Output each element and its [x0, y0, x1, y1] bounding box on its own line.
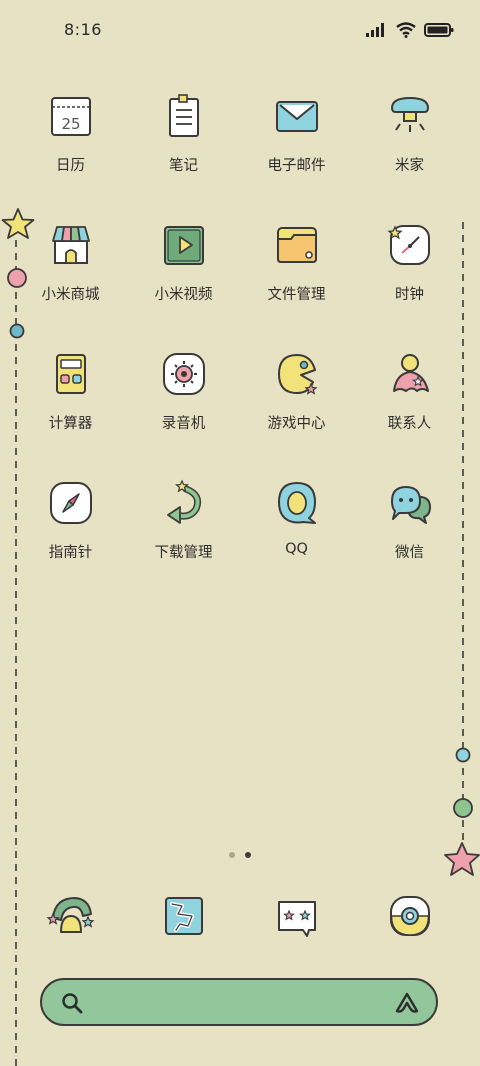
gallery-icon [158, 890, 210, 942]
calendar-icon: 25 [45, 90, 97, 142]
notes-icon [158, 90, 210, 142]
app-label: 游戏中心 [267, 416, 326, 432]
mijia-icon [384, 90, 436, 142]
game-center-icon [271, 348, 323, 400]
app-row: 计算器 录音机 游戏中心 联系人 [14, 348, 466, 477]
app-calculator[interactable]: 计算器 [14, 348, 127, 477]
app-label: 计算器 [48, 416, 93, 432]
app-compass[interactable]: 指南针 [14, 477, 127, 606]
app-label: 下载管理 [154, 545, 213, 561]
dock-app-messages[interactable] [240, 890, 353, 946]
app-wechat[interactable]: 微信 [353, 477, 466, 606]
app-mi-store[interactable]: 小米商城 [14, 219, 127, 348]
app-label: 小米视频 [154, 287, 213, 303]
page-dot-active[interactable] [245, 852, 251, 858]
app-label: 电子邮件 [267, 158, 326, 174]
compass-icon [45, 477, 97, 529]
app-clock[interactable]: 时钟 [353, 219, 466, 348]
dock-app-camera[interactable] [353, 890, 466, 946]
video-icon [158, 219, 210, 271]
app-notes[interactable]: 笔记 [127, 90, 240, 219]
app-grid: 25 日历 笔记 电子邮件 米家 小米商城 小米视频 文件管理 时钟 计算器 录… [14, 90, 466, 606]
app-label: 日历 [56, 158, 85, 174]
app-label: 联系人 [387, 416, 432, 432]
dock-app-gallery[interactable] [127, 890, 240, 946]
app-qq[interactable]: QQ [240, 477, 353, 606]
app-row: 25 日历 笔记 电子邮件 米家 [14, 90, 466, 219]
wechat-icon [384, 477, 436, 529]
app-label: 微信 [395, 545, 424, 561]
search-icon[interactable] [60, 991, 84, 1015]
app-mijia[interactable]: 米家 [353, 90, 466, 219]
app-contacts[interactable]: 联系人 [353, 348, 466, 477]
messages-icon [271, 890, 323, 942]
app-label: QQ [285, 541, 308, 557]
search-bar[interactable] [40, 978, 438, 1026]
theme-icon [45, 890, 97, 942]
svg-text:25: 25 [61, 115, 80, 133]
app-label: 笔记 [169, 158, 198, 174]
app-row: 指南针 下载管理 QQ 微信 [14, 477, 466, 606]
clock-icon [384, 219, 436, 271]
page-indicator[interactable] [0, 852, 480, 858]
app-label: 录音机 [161, 416, 206, 432]
xiaoai-assistant-icon[interactable] [394, 991, 420, 1015]
app-mi-video[interactable]: 小米视频 [127, 219, 240, 348]
recorder-icon [158, 348, 210, 400]
app-download-manager[interactable]: 下载管理 [127, 477, 240, 606]
qq-icon [271, 477, 323, 529]
app-label: 文件管理 [267, 287, 326, 303]
app-label: 米家 [395, 158, 424, 174]
app-recorder[interactable]: 录音机 [127, 348, 240, 477]
app-row: 小米商城 小米视频 文件管理 时钟 [14, 219, 466, 348]
dock [14, 890, 466, 946]
email-icon [271, 90, 323, 142]
download-icon [158, 477, 210, 529]
calculator-icon [45, 348, 97, 400]
app-label: 指南针 [48, 545, 93, 561]
folder-icon [271, 219, 323, 271]
app-email[interactable]: 电子邮件 [240, 90, 353, 219]
app-label: 小米商城 [41, 287, 100, 303]
page-dot[interactable] [229, 852, 235, 858]
app-label: 时钟 [395, 287, 424, 303]
camera-icon [384, 890, 436, 942]
dock-app-themes[interactable] [14, 890, 127, 946]
contacts-icon [384, 348, 436, 400]
app-game-center[interactable]: 游戏中心 [240, 348, 353, 477]
app-file-manager[interactable]: 文件管理 [240, 219, 353, 348]
store-icon [45, 219, 97, 271]
app-calendar[interactable]: 25 日历 [14, 90, 127, 219]
